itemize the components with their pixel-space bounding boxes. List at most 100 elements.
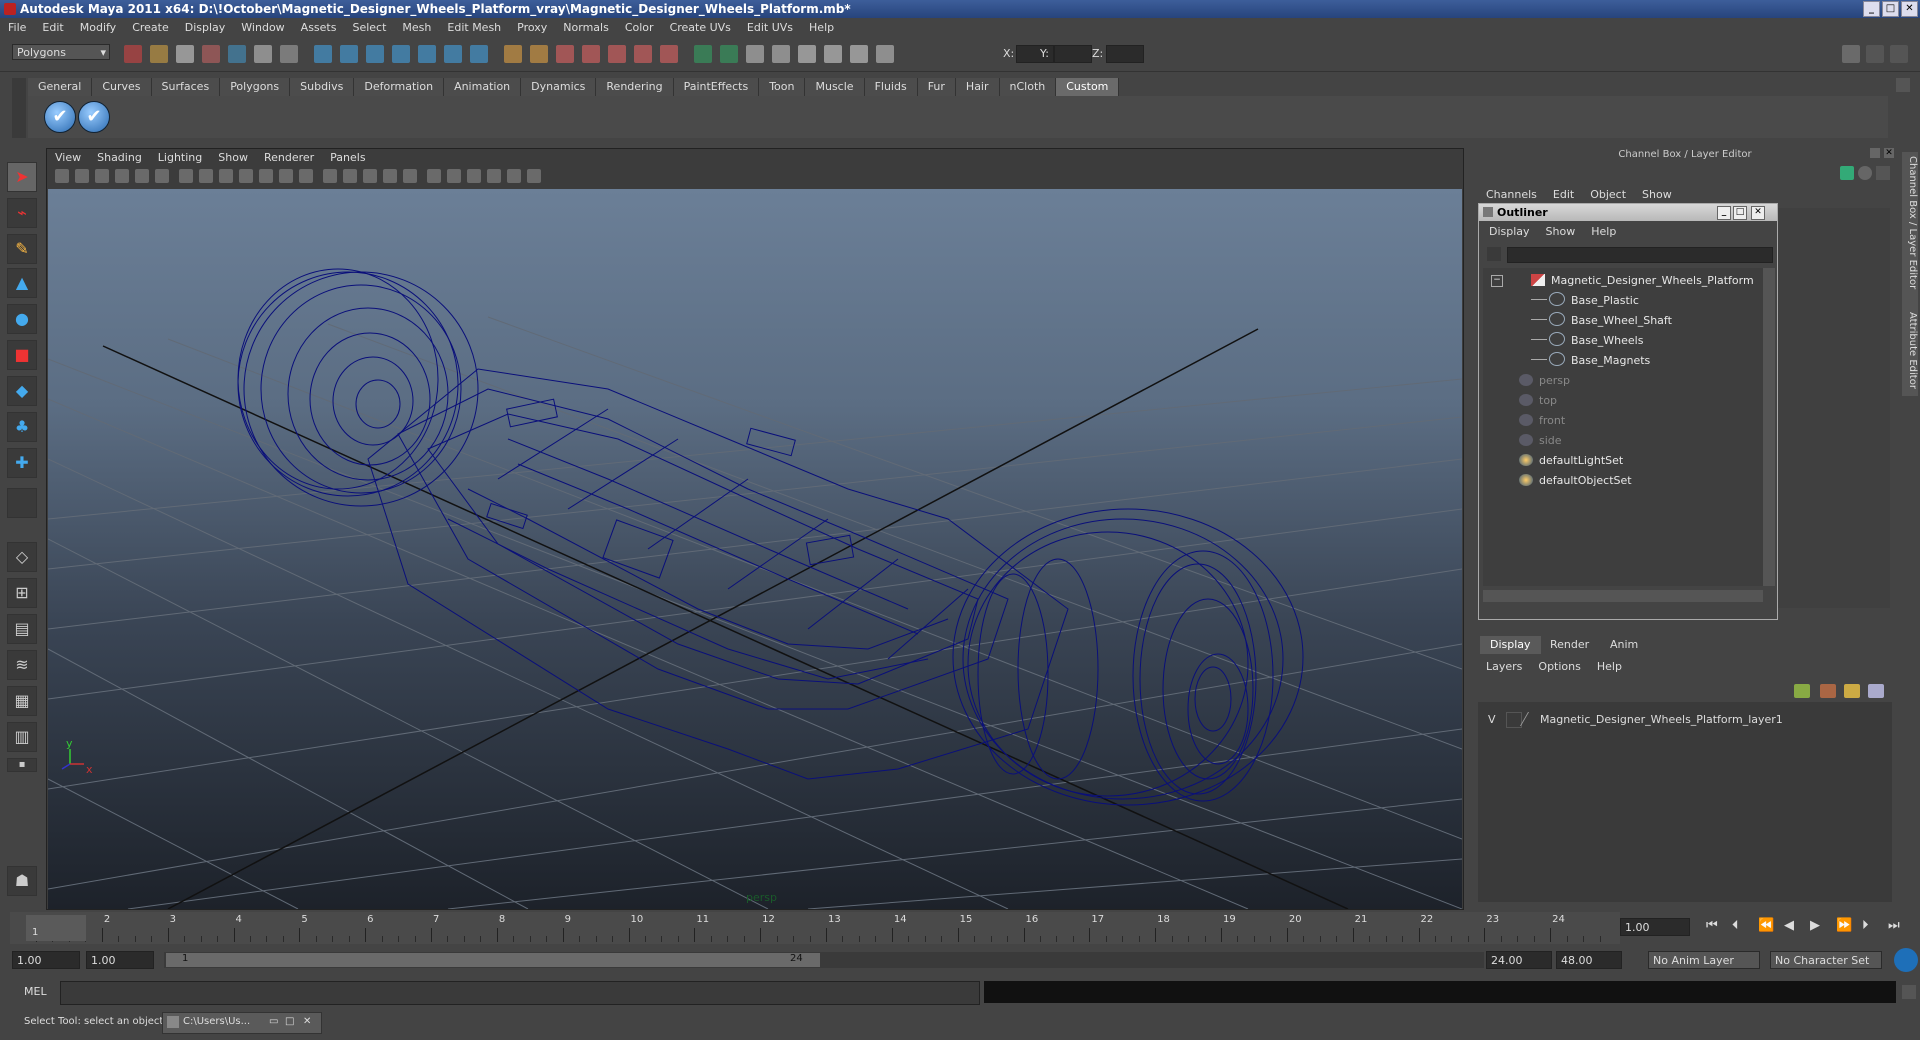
outliner-item[interactable]: − Magnetic_Designer_Wheels_Platform <box>1491 272 1754 290</box>
single-perspective-layout-icon[interactable]: ◇ <box>7 542 37 572</box>
render-view-icon[interactable] <box>660 45 678 63</box>
viewport-menu-shading[interactable]: Shading <box>89 149 150 167</box>
outliner-item[interactable]: defaultLightSet <box>1519 452 1623 470</box>
menu-create[interactable]: Create <box>124 18 177 37</box>
persp-outliner-layout-icon[interactable]: ▤ <box>7 614 37 644</box>
command-language-label[interactable]: MEL <box>24 985 47 998</box>
shadows-icon[interactable] <box>427 169 441 183</box>
2d-pan-icon[interactable] <box>135 169 149 183</box>
menu-edit-uvs[interactable]: Edit UVs <box>739 18 801 37</box>
shelf-tab-fur[interactable]: Fur <box>917 78 956 96</box>
show-tool-settings-icon[interactable] <box>1890 45 1908 63</box>
menu-mesh[interactable]: Mesh <box>394 18 439 37</box>
outliner-menu-show[interactable]: Show <box>1540 225 1586 238</box>
resolution-gate-icon[interactable] <box>219 169 233 183</box>
taskbar-close-icon[interactable]: ✕ <box>303 1016 311 1027</box>
wireframe-icon[interactable] <box>323 169 337 183</box>
time-slider[interactable]: 123456789101112131415161718192021222324 … <box>10 912 1620 944</box>
camera-attributes-icon[interactable] <box>75 169 89 183</box>
layer-options-icon[interactable] <box>1844 684 1860 698</box>
playback-start-field[interactable]: 1.00 <box>86 951 154 969</box>
select-tool-icon[interactable]: ➤ <box>7 162 37 192</box>
show-attribute-editor-icon[interactable] <box>1866 45 1884 63</box>
perspective-viewport[interactable]: y x persp <box>48 189 1462 909</box>
gate-mask-icon[interactable] <box>239 169 253 183</box>
menu-select[interactable]: Select <box>344 18 394 37</box>
start-time-field[interactable]: 1.00 <box>12 951 80 969</box>
menu-create-uvs[interactable]: Create UVs <box>662 18 739 37</box>
menu-modify[interactable]: Modify <box>72 18 124 37</box>
persp-graph-hypershade-layout-icon[interactable]: ▥ <box>7 722 37 752</box>
panel-float-icon[interactable] <box>1870 148 1880 158</box>
render-icon[interactable] <box>556 45 574 63</box>
outliner-maximize-button[interactable]: □ <box>1733 206 1747 220</box>
history-icon[interactable] <box>444 45 462 63</box>
shelf-check-icon[interactable]: ✔ <box>44 101 76 133</box>
paint-select-tool-icon[interactable]: ✎ <box>7 234 37 264</box>
isolate-select-icon[interactable] <box>507 169 521 183</box>
save-scene-icon[interactable] <box>176 45 194 63</box>
channel-box-speed-icon[interactable] <box>1858 166 1872 180</box>
shelf-tab-muscle[interactable]: Muscle <box>805 78 865 96</box>
menu-help[interactable]: Help <box>801 18 842 37</box>
y-input[interactable] <box>1054 45 1092 63</box>
playback-end-field[interactable]: 24.00 <box>1486 951 1552 969</box>
outliner-menu-help[interactable]: Help <box>1585 225 1626 238</box>
channel-box-menu-object[interactable]: Object <box>1584 188 1636 201</box>
taskbar-item[interactable]: C:\Users\Us... ▭ □ ✕ <box>162 1012 322 1034</box>
magnet-icon[interactable] <box>530 45 548 63</box>
layout-expand-icon[interactable]: ▪ <box>7 758 37 772</box>
ipr-render-icon[interactable] <box>582 45 600 63</box>
layer-editor-menu-layers[interactable]: Layers <box>1480 660 1532 673</box>
shelf-tab-polygons[interactable]: Polygons <box>220 78 291 96</box>
step-back-key-icon[interactable]: ⏪ <box>1758 918 1774 933</box>
new-scene-icon[interactable] <box>124 45 142 63</box>
layer-tab-render[interactable]: Render <box>1540 636 1599 654</box>
outliner-filter-icon[interactable] <box>1487 247 1501 261</box>
hypershade-icon[interactable] <box>634 45 652 63</box>
play-forwards-icon[interactable]: ▶ <box>1810 918 1820 933</box>
render-region-icon[interactable] <box>824 45 842 63</box>
safe-title-icon[interactable] <box>299 169 313 183</box>
current-frame-marker[interactable]: 1 <box>26 915 86 941</box>
last-tool-icon[interactable] <box>7 488 37 518</box>
four-view-layout-icon[interactable]: ⊞ <box>7 578 37 608</box>
shelf-tab-dynamics[interactable]: Dynamics <box>521 78 597 96</box>
select-camera-icon[interactable] <box>55 169 69 183</box>
outliner-close-button[interactable]: ✕ <box>1751 206 1765 220</box>
menuset-dropdown[interactable]: Polygons ▾ <box>12 44 110 60</box>
command-input[interactable] <box>60 981 980 1005</box>
layer-tab-display[interactable]: Display <box>1480 636 1541 654</box>
viewport-menu-panels[interactable]: Panels <box>322 149 373 167</box>
shelf-check-icon[interactable]: ✔ <box>78 101 110 133</box>
channel-box-hilite-icon[interactable] <box>1876 166 1890 180</box>
select-object-icon[interactable] <box>228 45 246 63</box>
character-set-dropdown[interactable]: No Character Set <box>1770 951 1882 969</box>
select-hierarchy-icon[interactable] <box>202 45 220 63</box>
select-component-icon[interactable] <box>254 45 272 63</box>
layer-color-icon[interactable] <box>1519 712 1542 726</box>
textured-icon[interactable] <box>383 169 397 183</box>
shelf-tab-hair[interactable]: Hair <box>955 78 1000 96</box>
shelf-tab-rendering[interactable]: Rendering <box>596 78 674 96</box>
hypershade-layout-icon[interactable]: ▦ <box>7 686 37 716</box>
snap-point-icon[interactable] <box>366 45 384 63</box>
collapse-toggle-icon[interactable]: − <box>1491 275 1503 287</box>
outliner-item[interactable]: Base_Wheel_Shaft <box>1531 312 1672 330</box>
viewport-menu-renderer[interactable]: Renderer <box>256 149 322 167</box>
outliner-item[interactable]: top <box>1519 392 1557 410</box>
move-tool-icon[interactable]: ▲ <box>7 268 37 298</box>
range-slider-track[interactable]: 1 24 <box>164 952 1484 968</box>
shelf-tab-toon[interactable]: Toon <box>759 78 806 96</box>
menu-edit[interactable]: Edit <box>34 18 71 37</box>
current-time-field[interactable]: 1.00 <box>1620 918 1690 936</box>
shelf-tab-custom[interactable]: Custom <box>1056 78 1120 96</box>
wireframe-on-shaded-icon[interactable] <box>363 169 377 183</box>
outliner-search-input[interactable] <box>1507 247 1773 263</box>
channel-box-toggle-icon[interactable] <box>1840 166 1854 180</box>
new-layer-icon[interactable] <box>1794 684 1810 698</box>
shelf-tab-general[interactable]: General <box>28 78 93 96</box>
xray-icon[interactable] <box>487 169 501 183</box>
shelf-tab-animation[interactable]: Animation <box>444 78 522 96</box>
menu-file[interactable]: File <box>0 18 34 37</box>
